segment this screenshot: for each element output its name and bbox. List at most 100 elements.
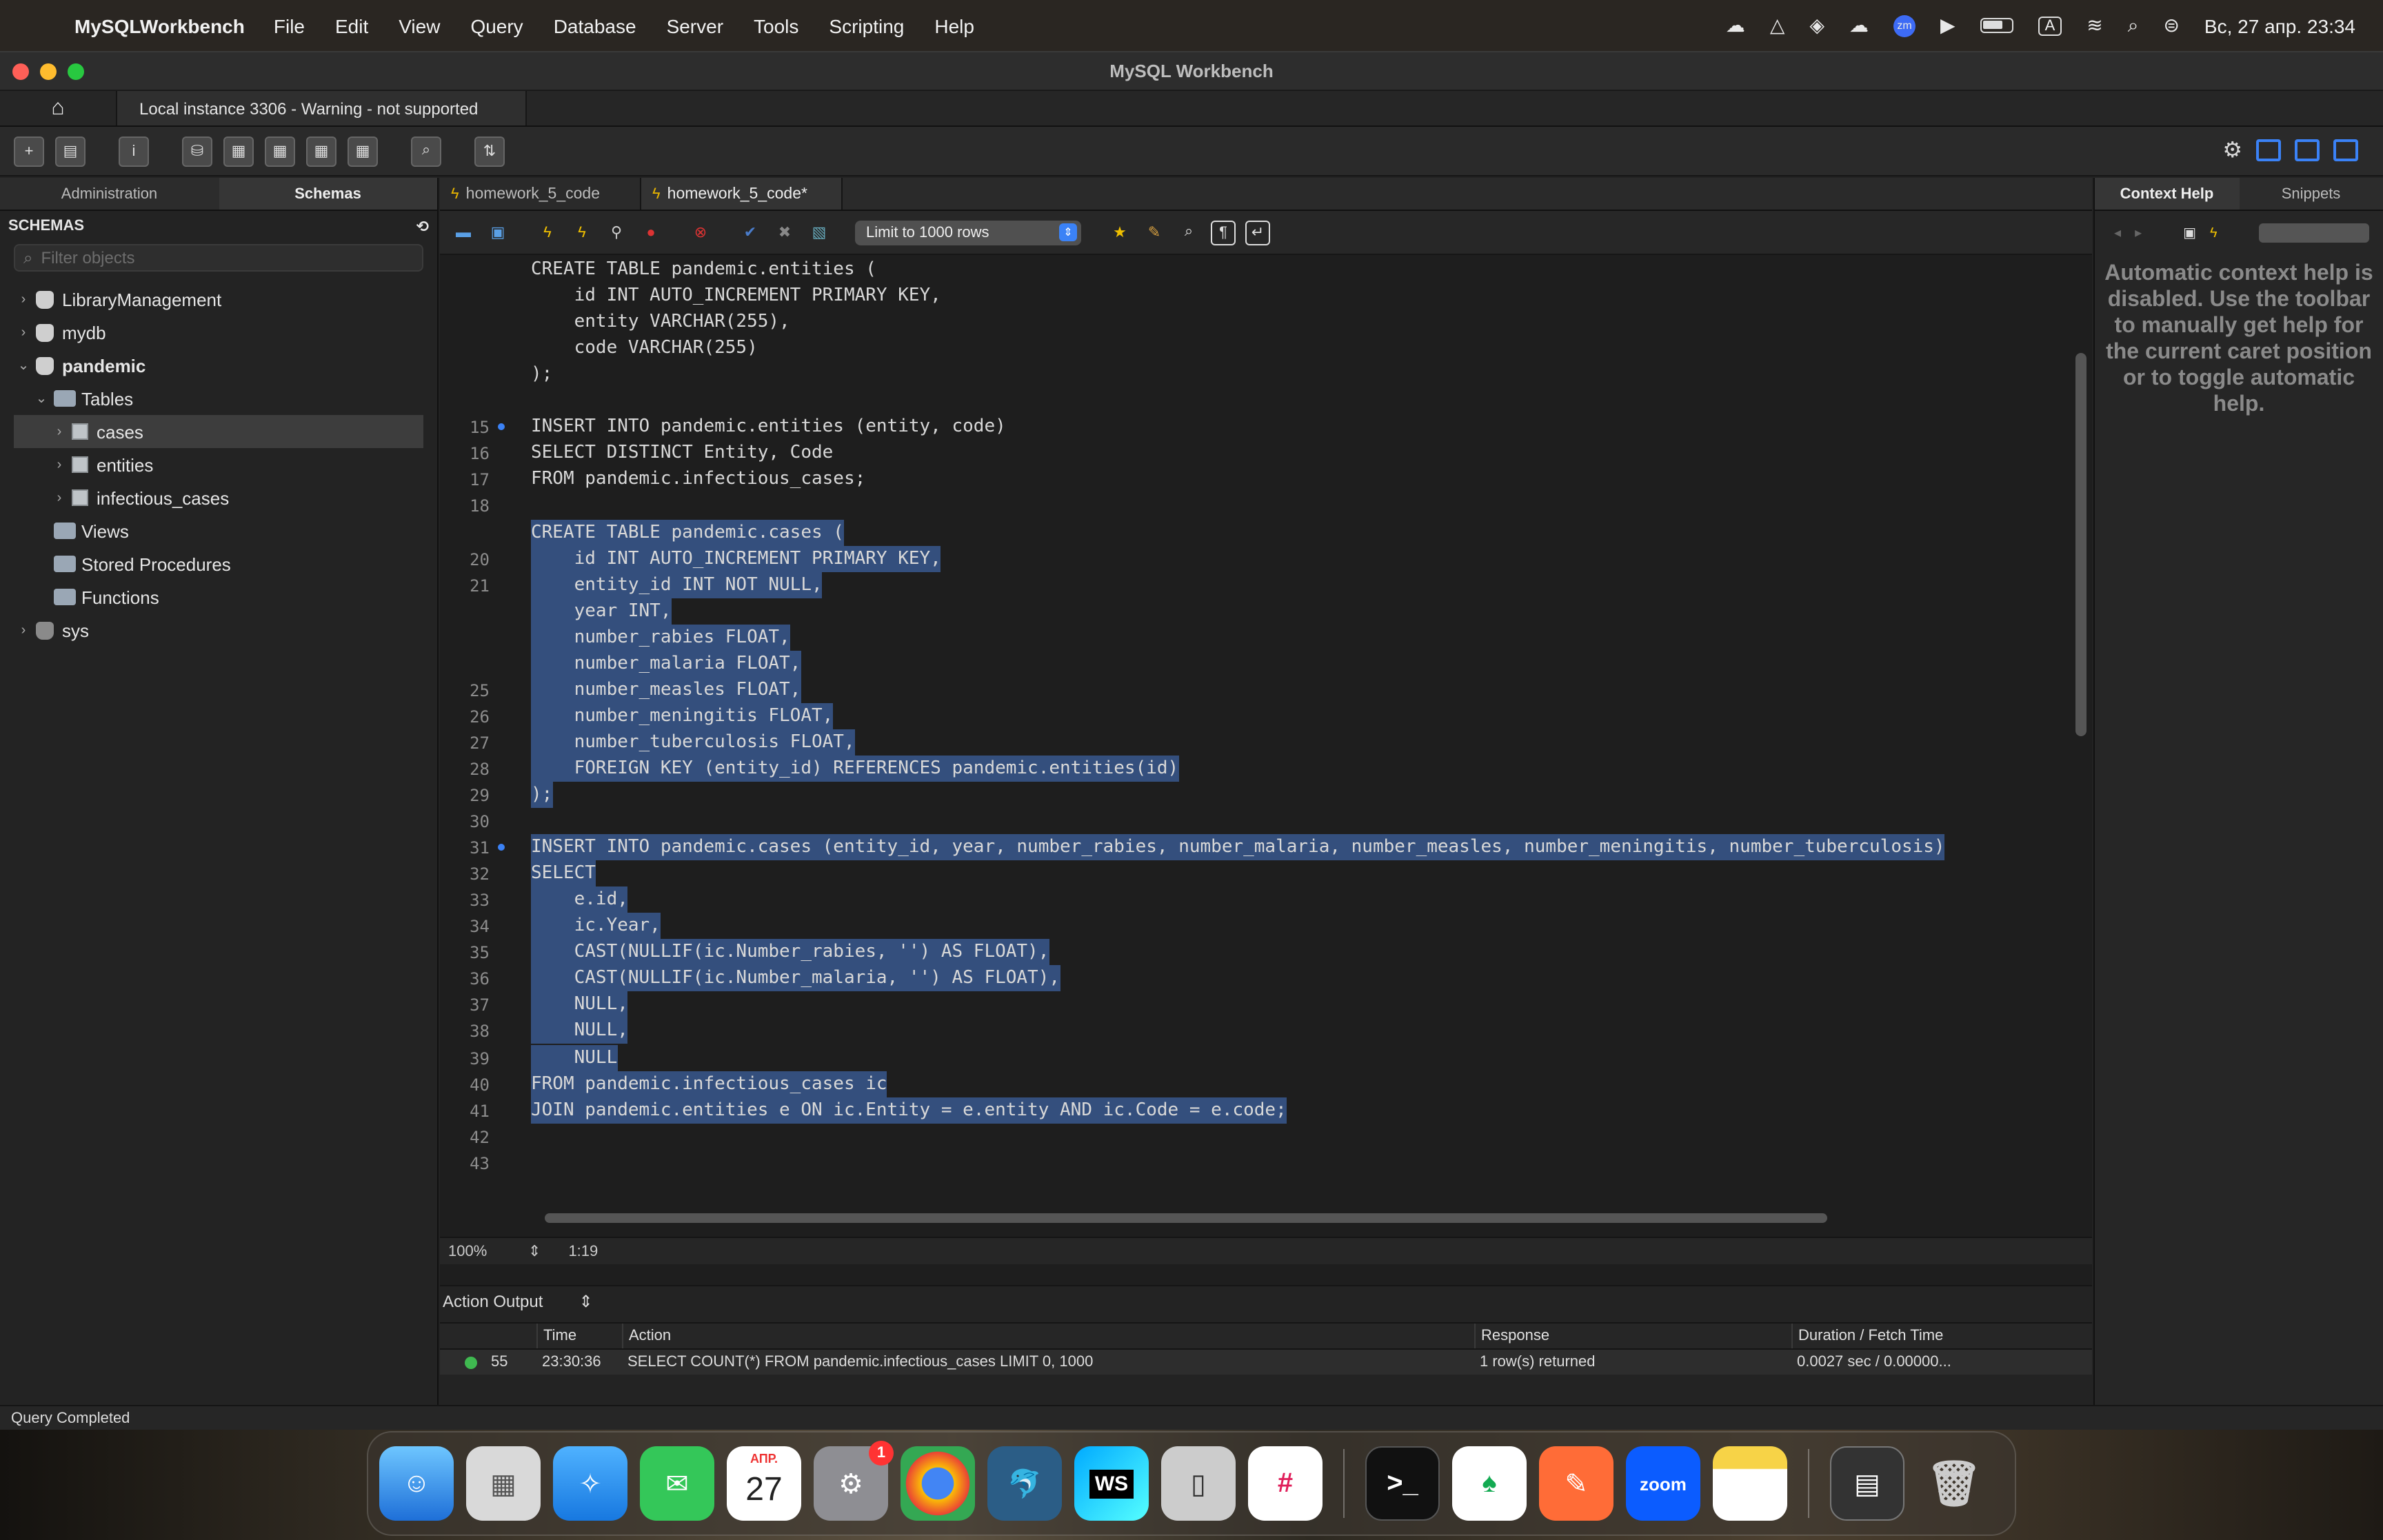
execute-current-icon[interactable]: ϟ	[570, 220, 594, 245]
manual-help-icon[interactable]: ▣	[2183, 225, 2196, 241]
connection-tab[interactable]: Local instance 3306 - Warning - not supp…	[116, 91, 527, 125]
home-icon[interactable]: ⌂	[0, 91, 116, 125]
schema-item-librarymanagement[interactable]: › LibraryManagement	[0, 283, 437, 316]
code-line[interactable]: );	[531, 361, 552, 387]
auto-help-toggle-icon[interactable]: ϟ	[2210, 225, 2218, 241]
inspector-icon[interactable]: i	[119, 136, 149, 166]
menu-view[interactable]: View	[383, 14, 455, 37]
spotlight-search-icon[interactable]: ⌕	[2128, 14, 2139, 37]
code-line[interactable]: );	[531, 782, 553, 809]
chevron-updown-icon[interactable]: ⇕	[528, 1242, 541, 1260]
open-file-icon[interactable]: ▬	[451, 220, 476, 245]
code-line[interactable]: FROM pandemic.infectious_cases ic	[531, 1071, 887, 1097]
new-sql-tab-icon[interactable]: +	[14, 136, 44, 166]
open-sql-script-icon[interactable]: ▤	[55, 136, 86, 166]
zoom-status-icon[interactable]: zm	[1893, 14, 1916, 37]
chevron-down-icon[interactable]: ⌄	[32, 391, 51, 406]
create-table-icon[interactable]: ▦	[223, 136, 254, 166]
code-line[interactable]: number_meningitis FLOAT,	[531, 702, 834, 729]
chevron-right-icon[interactable]: ›	[50, 457, 69, 472]
code-editor[interactable]: 15 16 17 18 20 21 25 26 27 28 29 30 31 32 33 34 35 36 37 38…	[440, 256, 2092, 1237]
play-icon[interactable]: ▶	[1940, 14, 1955, 37]
toggle-sidebar-icon[interactable]	[2256, 139, 2281, 161]
output-title[interactable]: Action Output	[443, 1292, 543, 1311]
code-line[interactable]: FOREIGN KEY (entity_id) REFERENCES pande…	[531, 755, 1179, 782]
minimize-window-button[interactable]	[40, 63, 57, 79]
menu-edit[interactable]: Edit	[320, 14, 383, 37]
launchpad-icon[interactable]: ▦	[466, 1446, 541, 1521]
add-snippet-icon[interactable]: ★	[1107, 220, 1132, 245]
menubar-app-name[interactable]: MySQLWorkbench	[72, 14, 259, 37]
menubar-clock[interactable]: Вс, 27 апр. 23:34	[2204, 14, 2355, 37]
code-line[interactable]: NULL	[531, 1044, 618, 1071]
control-center-icon[interactable]: ⊜	[2163, 14, 2179, 37]
limit-rows-select[interactable]: Limit to 1000 rows ⇕	[855, 220, 1081, 245]
column-action[interactable]: Action	[622, 1324, 1474, 1348]
menu-server[interactable]: Server	[652, 14, 738, 37]
code-line[interactable]: number_malaria FLOAT,	[531, 650, 801, 677]
column-response[interactable]: Response	[1474, 1324, 1791, 1348]
explain-icon[interactable]: ⚲	[604, 220, 629, 245]
settings-gear-icon[interactable]: ⚙	[2222, 136, 2242, 164]
stop-icon[interactable]: ●	[639, 220, 663, 245]
create-view-icon[interactable]: ▦	[265, 136, 295, 166]
chevron-right-icon[interactable]: ›	[14, 292, 33, 307]
zoom-level[interactable]: 100%	[440, 1243, 528, 1259]
webstorm-icon[interactable]: WS	[1074, 1446, 1149, 1521]
table-item-cases[interactable]: › cases	[14, 415, 423, 448]
system-settings-icon[interactable]: ⚙ 1	[814, 1441, 894, 1521]
menu-database[interactable]: Database	[539, 14, 652, 37]
code-line[interactable]: e.id,	[531, 886, 628, 913]
code-line[interactable]: id INT AUTO_INCREMENT PRIMARY KEY,	[531, 545, 941, 572]
battery-icon[interactable]	[1980, 18, 2013, 33]
safari-icon[interactable]: ✧	[553, 1446, 627, 1521]
code-line[interactable]: NULL,	[531, 991, 628, 1018]
terminal-icon[interactable]: >_	[1365, 1446, 1440, 1521]
find-icon[interactable]: ⌕	[1176, 220, 1201, 245]
query-tab-1[interactable]: ϟ homework_5_code	[440, 178, 641, 210]
drive-icon[interactable]: △	[1770, 14, 1785, 37]
schema-item-sys[interactable]: › sys	[0, 614, 437, 647]
query-tab-2[interactable]: ϟ homework_5_code*	[641, 178, 843, 210]
maximize-window-button[interactable]	[68, 63, 84, 79]
menu-tools[interactable]: Tools	[738, 14, 814, 37]
onedrive-icon[interactable]: ☁	[1849, 14, 1869, 37]
create-procedure-icon[interactable]: ▦	[306, 136, 336, 166]
reconnect-icon[interactable]: ⇅	[474, 136, 505, 166]
create-function-icon[interactable]: ▦	[348, 136, 378, 166]
code-line[interactable]: entity VARCHAR(255),	[531, 309, 790, 335]
postman-icon[interactable]: ✎	[1539, 1446, 1613, 1521]
invisible-chars-icon[interactable]: ¶	[1211, 220, 1236, 245]
save-icon[interactable]: ▣	[485, 220, 510, 245]
forward-icon[interactable]: ▸	[2135, 225, 2142, 241]
chevron-right-icon[interactable]: ›	[50, 424, 69, 439]
code-line[interactable]: SELECT	[531, 860, 596, 887]
column-time[interactable]: Time	[536, 1324, 622, 1348]
finder-icon[interactable]: ☺	[379, 1446, 454, 1521]
code-line[interactable]: SELECT DISTINCT Entity, Code	[531, 440, 833, 467]
autocommit-icon[interactable]: ▧	[807, 220, 832, 245]
code-line[interactable]: ic.Year,	[531, 913, 661, 940]
code-line[interactable]: CREATE TABLE pandemic.entities (	[531, 256, 876, 283]
code-line[interactable]: code VARCHAR(255)	[531, 335, 758, 361]
column-duration[interactable]: Duration / Fetch Time	[1791, 1324, 1976, 1348]
chevron-right-icon[interactable]: ›	[50, 490, 69, 505]
chrome-icon[interactable]	[901, 1446, 975, 1521]
code-line[interactable]: entity_id INT NOT NULL,	[531, 571, 823, 598]
code-line[interactable]: INSERT INTO pandemic.cases (entity_id, y…	[531, 834, 1945, 861]
zoom-app-icon[interactable]: zoom	[1626, 1446, 1700, 1521]
output-row[interactable]: 55 23:30:36 SELECT COUNT(*) FROM pandemi…	[440, 1350, 2092, 1375]
wifi-icon[interactable]: ≋	[2087, 14, 2102, 37]
word-wrap-icon[interactable]: ↵	[1245, 220, 1270, 245]
toggle-output-panel-icon[interactable]	[2295, 139, 2320, 161]
toggle-error-continue-icon[interactable]: ⊗	[688, 220, 713, 245]
filter-objects-input[interactable]	[41, 248, 372, 267]
chevron-right-icon[interactable]: ›	[14, 622, 33, 638]
vertical-scrollbar[interactable]	[2075, 353, 2087, 736]
code-line[interactable]: CREATE TABLE pandemic.cases (	[531, 519, 844, 546]
close-window-button[interactable]	[12, 63, 29, 79]
chevron-down-icon[interactable]: ⌄	[14, 358, 33, 373]
menu-file[interactable]: File	[259, 14, 320, 37]
code-line[interactable]: id INT AUTO_INCREMENT PRIMARY KEY,	[531, 283, 941, 309]
code-line[interactable]: number_measles FLOAT,	[531, 676, 801, 703]
